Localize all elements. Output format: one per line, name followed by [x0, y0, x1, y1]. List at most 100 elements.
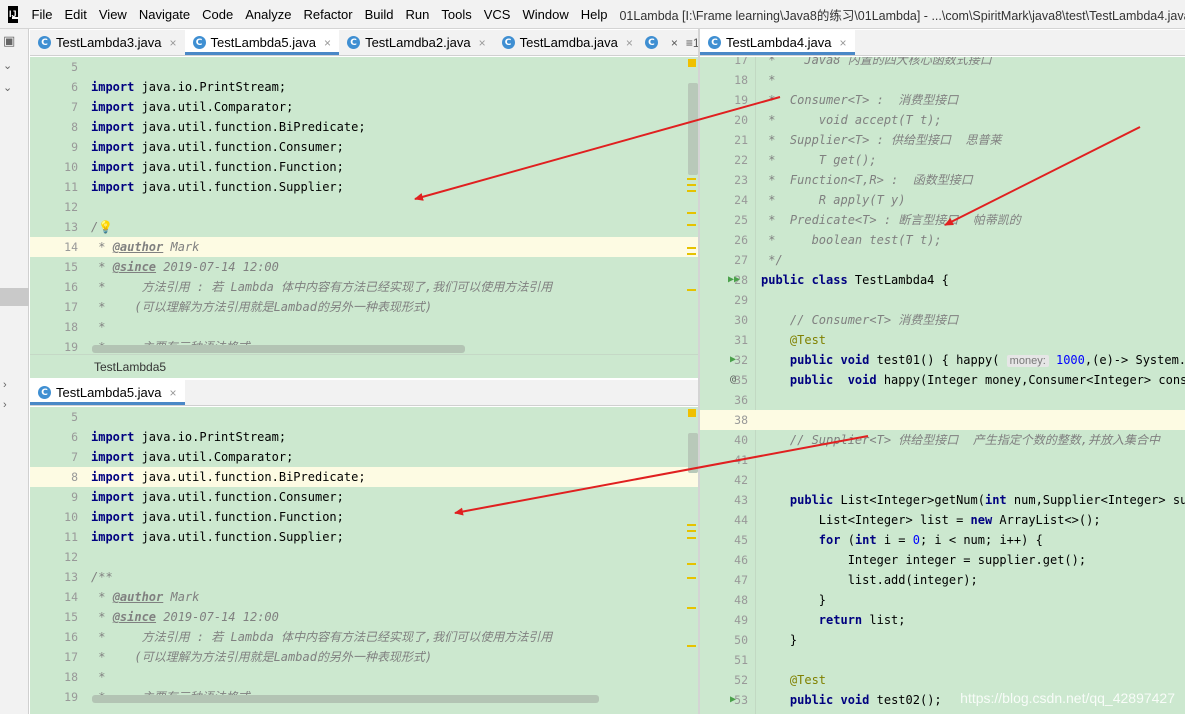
code-text: }: [761, 593, 827, 607]
error-stripe-mark[interactable]: [687, 253, 696, 255]
breadcrumb[interactable]: TestLambda5: [30, 354, 698, 378]
tab-overflow-menu-icon[interactable]: ≡1: [682, 30, 698, 55]
error-stripe-mark[interactable]: [687, 607, 696, 609]
menu-code[interactable]: Code: [196, 0, 239, 28]
line-number: 19: [64, 690, 78, 704]
menu-view[interactable]: View: [93, 0, 133, 28]
code-line: 20 * void accept(T t);: [700, 110, 1185, 130]
code-text: *: [91, 320, 106, 334]
code-text: /**: [91, 570, 113, 584]
vertical-scrollbar[interactable]: [686, 407, 698, 714]
right-editor[interactable]: 17 * Java8 内置的四大核心函数式接口 18 * 19 * Consum…: [700, 57, 1185, 714]
code-text: * (可以理解为方法引用就是Lambad的另外一种表现形式): [91, 300, 433, 314]
code-text: * R apply(T y): [761, 193, 906, 207]
lower-editor[interactable]: 5 6 import java.io.PrintStream; 7 import j…: [30, 407, 698, 714]
tab-testlamdba2[interactable]: C TestLamdba2.java ×: [339, 30, 494, 55]
code-text: * (可以理解为方法引用就是Lambad的另外一种表现形式): [91, 650, 433, 664]
code-text: * Consumer<T> : 消费型接口: [761, 93, 959, 107]
code-line: 27 */: [700, 250, 1185, 270]
menu-file[interactable]: File: [26, 0, 59, 28]
scroll-thumb[interactable]: [688, 433, 698, 473]
error-stripe-mark[interactable]: [687, 645, 696, 647]
project-structure-icon[interactable]: ▣: [3, 33, 15, 49]
line-number: 42: [734, 473, 748, 487]
run-triangle-icon[interactable]: ▶: [730, 690, 736, 710]
close-icon[interactable]: ×: [170, 386, 177, 400]
error-stripe-mark[interactable]: [687, 224, 696, 226]
menu-run[interactable]: Run: [400, 0, 436, 28]
line-number: 25: [734, 213, 748, 227]
error-stripe-mark[interactable]: [687, 184, 696, 186]
close-icon[interactable]: ×: [626, 36, 633, 50]
close-icon[interactable]: ×: [324, 36, 331, 50]
inspection-status-icon[interactable]: [688, 59, 696, 67]
close-icon[interactable]: ×: [479, 36, 486, 50]
implementation-marker-icon[interactable]: @: [730, 370, 736, 390]
error-stripe-mark[interactable]: [687, 247, 696, 249]
tab-testlambda5[interactable]: C TestLambda5.java ×: [184, 30, 340, 55]
menu-help[interactable]: Help: [575, 0, 614, 28]
expand-chevron-icon[interactable]: ›: [3, 379, 7, 391]
code-line: 40 // Supplier<T> 供给型接口 产生指定个数的整数,并放入集合中: [700, 430, 1185, 450]
tab-testlamdba[interactable]: C TestLamdba.java ×: [494, 30, 641, 55]
run-triangle-icon[interactable]: ▶: [730, 350, 736, 370]
error-stripe-mark[interactable]: [687, 577, 696, 579]
close-icon[interactable]: ×: [840, 36, 847, 50]
close-icon[interactable]: ×: [667, 30, 682, 55]
tab-partial[interactable]: C: [641, 30, 667, 55]
tab-testlambda3[interactable]: C TestLambda3.java ×: [30, 30, 185, 55]
line-number: 17: [734, 57, 748, 67]
menu-refactor[interactable]: Refactor: [297, 0, 358, 28]
error-stripe-mark[interactable]: [687, 289, 696, 291]
code-text: * Function<T,R> : 函数型接口: [761, 173, 973, 187]
error-stripe-mark[interactable]: [687, 178, 696, 180]
code-text: * @author Mark: [91, 590, 200, 604]
code-text: public List<Integer>getNum(int num,Suppl…: [789, 493, 1185, 507]
code-line: 24 * R apply(T y): [700, 190, 1185, 210]
java-class-icon: C: [38, 386, 51, 399]
close-icon[interactable]: ×: [170, 36, 177, 50]
horizontal-scrollbar[interactable]: [92, 695, 599, 703]
code-line: 11 import java.util.function.Supplier;: [30, 177, 698, 197]
line-number: 26: [734, 233, 748, 247]
line-number: 30: [734, 313, 748, 327]
collapse-chevron-icon[interactable]: ⌄: [3, 59, 12, 72]
lightbulb-icon[interactable]: 💡: [98, 220, 113, 234]
error-stripe-mark[interactable]: [687, 530, 696, 532]
run-triangle-icon[interactable]: ▶▶: [728, 270, 740, 290]
tab-testlambda4[interactable]: C TestLambda4.java ×: [700, 30, 855, 55]
expand-chevron-icon-2[interactable]: ›: [3, 399, 7, 411]
menu-navigate[interactable]: Navigate: [133, 0, 196, 28]
code-text: import java.util.function.Supplier;: [91, 180, 344, 194]
code-text: import java.io.PrintStream;: [91, 80, 287, 94]
menu-analyze[interactable]: Analyze: [239, 0, 297, 28]
horizontal-scrollbar[interactable]: [92, 345, 465, 353]
error-stripe-mark[interactable]: [687, 563, 696, 565]
error-stripe-mark[interactable]: [687, 537, 696, 539]
line-number: 50: [734, 633, 748, 647]
menu-tools[interactable]: Tools: [435, 0, 477, 28]
code-line: 29: [700, 290, 1185, 310]
line-number: 20: [734, 113, 748, 127]
code-line: 17 * (可以理解为方法引用就是Lambad的另外一种表现形式): [30, 297, 698, 317]
menu-edit[interactable]: Edit: [58, 0, 92, 28]
vertical-scrollbar[interactable]: [686, 57, 698, 354]
code-text: import java.util.function.Consumer;: [91, 490, 344, 504]
menu-vcs[interactable]: VCS: [478, 0, 517, 28]
code-text: import java.util.Comparator;: [91, 100, 294, 114]
error-stripe-mark[interactable]: [687, 190, 696, 192]
line-number: 32: [734, 353, 748, 367]
code-line: 35 @ public void happy(Integer money,Cons…: [700, 370, 1185, 390]
error-stripe-mark[interactable]: [687, 212, 696, 214]
line-number: 11: [64, 530, 78, 544]
line-number: 9: [71, 140, 78, 154]
scroll-thumb[interactable]: [688, 83, 698, 175]
upper-editor[interactable]: 5 6 import java.io.PrintStream; 7 import j…: [30, 57, 698, 354]
menu-window[interactable]: Window: [516, 0, 574, 28]
code-line: 15 * @since 2019-07-14 12:00: [30, 257, 698, 277]
tab-testlambda5-lower[interactable]: C TestLambda5.java ×: [30, 380, 185, 405]
error-stripe-mark[interactable]: [687, 524, 696, 526]
menu-build[interactable]: Build: [359, 0, 400, 28]
inspection-status-icon[interactable]: [688, 409, 696, 417]
collapse-chevron-icon-2[interactable]: ⌄: [3, 81, 12, 94]
